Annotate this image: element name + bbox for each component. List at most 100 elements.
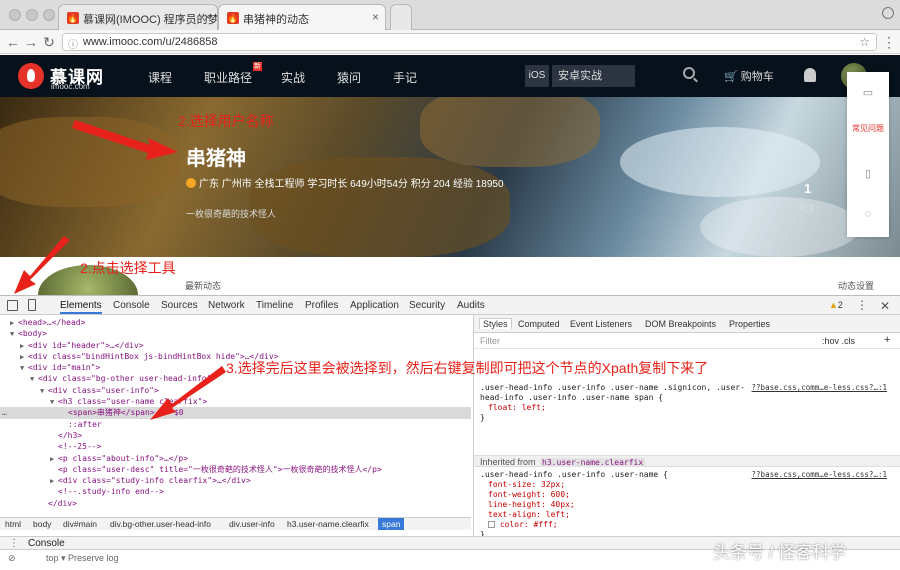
console-context-select[interactable]: top ▾ Preserve log <box>46 553 119 564</box>
css-property[interactable]: line-height: 40px; <box>480 500 900 510</box>
tab-profiles[interactable]: Profiles <box>305 300 338 311</box>
crumb-span[interactable]: span <box>378 518 405 530</box>
dom-node[interactable]: ▶ <div class="study-info clearfix">…</div… <box>0 475 471 486</box>
tab-styles[interactable]: Styles <box>479 318 512 329</box>
crumb-html[interactable]: html <box>5 519 21 529</box>
crumb-div-main[interactable]: div#main <box>63 519 97 529</box>
recent-activity-tab[interactable]: 最新动态 <box>185 279 221 292</box>
nav-link-articles[interactable]: 手记 <box>393 69 417 86</box>
tab-computed[interactable]: Computed <box>518 319 560 329</box>
color-swatch[interactable] <box>488 521 495 528</box>
dom-node[interactable]: ▼ <div class="user-info"> <box>0 385 471 396</box>
tab-application[interactable]: Application <box>350 300 399 311</box>
crumb-body[interactable]: body <box>33 519 51 529</box>
dom-node[interactable]: <p class="user-desc" title="一枚很奇葩的技术怪人">… <box>0 464 471 475</box>
tab-console[interactable]: Console <box>113 300 150 311</box>
clear-console-icon[interactable]: ⊘ <box>8 553 16 564</box>
back-to-top-icon[interactable]: ◌ <box>847 208 889 220</box>
tab-dom-breakpoints[interactable]: DOM Breakpoints <box>645 319 716 329</box>
imooc-logo-icon[interactable] <box>18 63 44 89</box>
device-mode-icon[interactable] <box>28 299 36 311</box>
follow-count[interactable]: 1 <box>804 181 811 196</box>
css-property[interactable]: color: #fff; <box>480 520 900 530</box>
tab-properties[interactable]: Properties <box>729 319 770 329</box>
css-source-link[interactable]: ??base.css,comm…e-less.css?…:1 <box>752 383 887 393</box>
dom-node-text: </h3> <box>58 430 83 440</box>
browser-tab-imooc[interactable]: 🔥 慕课网(IMOOC) 程序员的梦工厂 × <box>58 4 218 30</box>
inherited-node-link[interactable]: h3.user-name.clearfix <box>540 458 646 467</box>
tab-timeline[interactable]: Timeline <box>256 300 293 311</box>
faq-link[interactable]: 常见问题 <box>847 124 889 133</box>
devtools-menu-icon[interactable]: ⋮ <box>856 298 868 312</box>
search-tag-ios[interactable]: iOS <box>525 65 549 87</box>
tab-security[interactable]: Security <box>409 300 445 311</box>
crumb-user-head-info[interactable]: div.bg-other.user-head-info <box>110 519 211 529</box>
follow-label[interactable]: 关注 <box>797 201 815 214</box>
new-tab-button[interactable] <box>390 4 412 30</box>
dom-node[interactable]: <!--25--> <box>0 441 471 452</box>
page-info-icon[interactable]: ⓘ <box>68 36 78 51</box>
dom-node[interactable]: ::after <box>0 419 471 430</box>
nav-link-courses[interactable]: 课程 <box>148 69 172 86</box>
dom-node[interactable]: ▶ <head>…</head> <box>0 317 471 328</box>
css-property[interactable]: font-weight: 600; <box>480 490 900 500</box>
bell-icon[interactable] <box>804 68 816 82</box>
nav-link-career-path[interactable]: 职业路径 新 <box>204 62 263 86</box>
profile-banner: 串猪神 广东 广州市 全栈工程师 学习时长 649小时54分 积分 204 经验… <box>0 97 900 257</box>
dom-node[interactable]: ▶ <p class="about-info">…</p> <box>0 453 471 464</box>
browser-tab-profile[interactable]: 🔥 串猪神的动态 × <box>218 4 386 30</box>
dom-node[interactable]: ▶ <div id="header">…</div> <box>0 340 471 351</box>
close-tab-icon[interactable]: × <box>372 10 379 24</box>
inspect-element-icon[interactable] <box>7 300 18 311</box>
dom-node[interactable]: ▼ <body> <box>0 328 471 339</box>
styles-filter-input[interactable]: Filter :hov .cls + <box>474 333 900 349</box>
url-input[interactable]: ⓘ www.imooc.com/u/2486858 ☆ <box>62 33 877 51</box>
dom-node[interactable]: </div> <box>0 498 471 509</box>
mobile-app-icon[interactable]: ▯ <box>847 167 889 180</box>
tab-event-listeners[interactable]: Event Listeners <box>570 319 632 329</box>
css-property[interactable]: font-size: 32px; <box>480 480 900 490</box>
reload-icon[interactable]: ↻ <box>40 33 58 51</box>
profile-username[interactable]: 串猪神 <box>186 142 246 171</box>
tab-elements[interactable]: Elements <box>60 300 102 314</box>
crumb-user-name[interactable]: h3.user-name.clearfix <box>287 519 369 529</box>
feedback-icon[interactable]: ▭ <box>847 86 889 99</box>
site-search-input[interactable]: 安卓实战 <box>552 65 635 87</box>
new-rule-icon[interactable]: + <box>884 334 890 346</box>
dom-node[interactable]: </h3> <box>0 430 471 441</box>
profile-icon[interactable] <box>882 7 894 19</box>
window-minimize-dot[interactable] <box>26 9 38 21</box>
dom-node[interactable]: ▼ <h3 class="user-name clearfix"> <box>0 396 471 407</box>
hov-cls-toggle[interactable]: :hov .cls <box>822 336 855 346</box>
drawer-menu-icon[interactable]: ⋮ <box>9 538 19 549</box>
tab-audits[interactable]: Audits <box>457 300 485 311</box>
banner-wave <box>700 197 860 257</box>
search-icon[interactable] <box>683 67 695 79</box>
close-tab-icon[interactable]: × <box>204 10 211 24</box>
dom-node-selected[interactable]: … <span>串猪神</span> == $0 <box>0 407 471 419</box>
css-source-link[interactable]: ??base.css,comm…e-less.css?…:1 <box>752 470 887 480</box>
css-property[interactable]: float: left; <box>480 403 900 413</box>
bookmark-star-icon[interactable]: ☆ <box>859 35 870 49</box>
window-zoom-dot[interactable] <box>43 9 55 21</box>
activity-settings-link[interactable]: 动态设置 <box>838 279 874 292</box>
back-icon[interactable]: ← <box>4 33 22 51</box>
forward-icon[interactable]: → <box>22 33 40 51</box>
drawer-tab-console[interactable]: Console <box>28 538 65 549</box>
warning-counter[interactable]: ▲2 <box>829 300 843 310</box>
crumb-user-info[interactable]: div.user-info <box>229 519 275 529</box>
tab-sources[interactable]: Sources <box>161 300 198 311</box>
cart-link[interactable]: 🛒 购物车 <box>724 68 774 84</box>
menu-icon[interactable]: ⋮ <box>880 33 898 51</box>
nav-link-qa[interactable]: 猿问 <box>337 69 361 86</box>
tab-network[interactable]: Network <box>208 300 245 311</box>
banner-rock <box>0 117 180 207</box>
nav-link-practice[interactable]: 实战 <box>281 69 305 86</box>
node-actions-icon[interactable]: … <box>2 407 7 418</box>
dom-node[interactable]: <!--.study-info end--> <box>0 486 471 497</box>
css-property[interactable]: text-align: left; <box>480 510 900 520</box>
dom-breadcrumbs: html body div#main div.bg-other.user-hea… <box>0 517 471 530</box>
dom-node-text: <span>串猪神</span> == $0 <box>68 408 184 418</box>
window-close-dot[interactable] <box>9 9 21 21</box>
devtools-close-icon[interactable]: ✕ <box>880 299 890 313</box>
